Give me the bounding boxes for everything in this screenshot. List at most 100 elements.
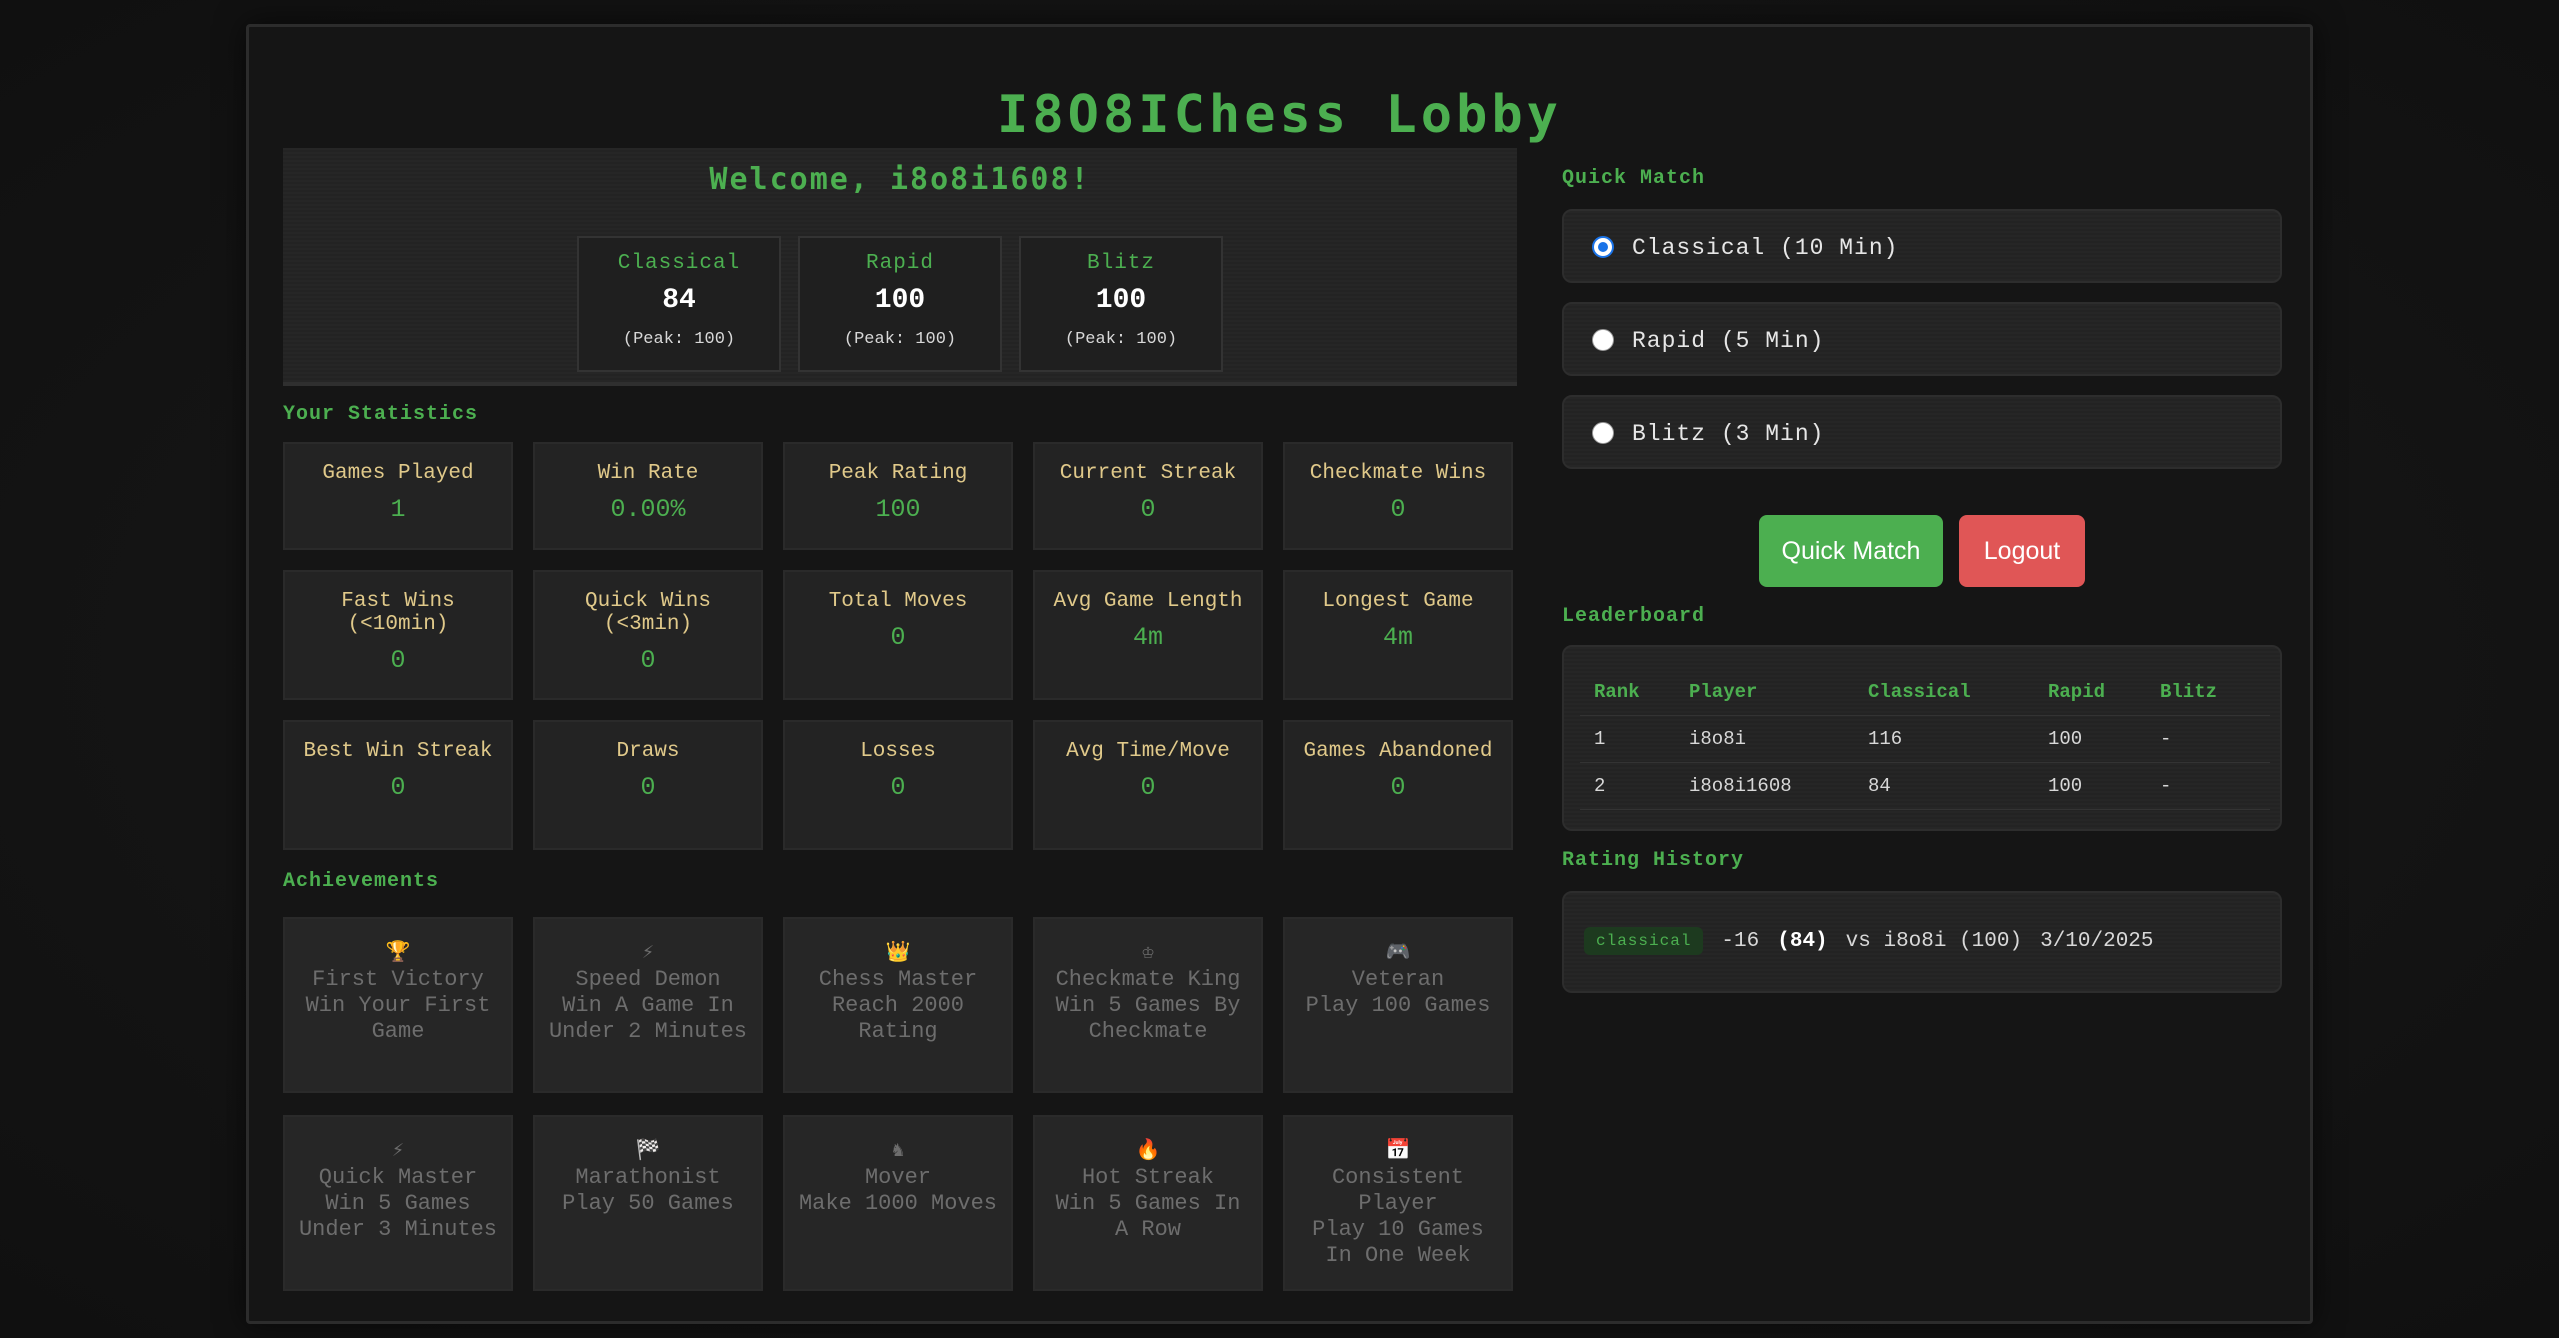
welcome-panel: Welcome, i8o8i1608! Classical 84 (Peak: …: [283, 148, 1517, 386]
stat-value: 0: [640, 646, 656, 675]
radio-classical[interactable]: [1592, 236, 1614, 258]
table-row: 1 i8o8i 116 100 -: [1580, 715, 2270, 763]
quick-match-option-rapid[interactable]: Rapid (5 Min): [1562, 302, 2282, 376]
achievement-desc: Win A Game In Under 2 Minutes: [548, 993, 748, 1044]
radio-blitz[interactable]: [1592, 422, 1614, 444]
stat-label: Current Streak: [1059, 462, 1237, 485]
rating-name: Classical: [617, 252, 741, 275]
rating-history-panel: classical -16 (84) vs i8o8i (100) 3/10/2…: [1562, 891, 2282, 993]
quick-match-button[interactable]: Quick Match: [1759, 515, 1943, 587]
radio-rapid[interactable]: [1592, 329, 1614, 351]
stat-longest-game: Longest Game 4m: [1283, 570, 1513, 700]
stat-label: Avg Game Length: [1053, 590, 1243, 613]
achievement-desc: Play 100 Games: [1305, 993, 1491, 1018]
achievement-hot-streak: 🔥 Hot Streak Win 5 Games In A Row: [1033, 1115, 1263, 1291]
achievement-chess-master: 👑 Chess Master Reach 2000 Rating: [783, 917, 1013, 1093]
option-label: Blitz (3 Min): [1632, 421, 1825, 447]
stat-label: Longest Game: [1322, 590, 1474, 613]
rating-name: Blitz: [1086, 252, 1155, 275]
achievement-name: Veteran: [1351, 967, 1445, 992]
column-header: Rapid: [2034, 669, 2146, 716]
stat-value: 0: [1140, 773, 1156, 802]
stat-label: Fast Wins (<10min): [341, 590, 455, 636]
achievement-name: Chess Master: [818, 967, 978, 992]
quick-match-option-blitz[interactable]: Blitz (3 Min): [1562, 395, 2282, 469]
stat-value: 100: [875, 495, 921, 524]
column-header: Blitz: [2146, 669, 2270, 716]
stat-label: Games Played: [322, 462, 474, 485]
stat-label: Games Abandoned: [1303, 740, 1493, 763]
achievement-name: Quick Master: [318, 1165, 478, 1190]
achievement-marathonist: 🏁 Marathonist Play 50 Games: [533, 1115, 763, 1291]
stat-games-abandoned: Games Abandoned 0: [1283, 720, 1513, 850]
rating-after: (84): [1777, 929, 1828, 953]
stat-value: 0: [890, 623, 906, 652]
rating-peak: (Peak: 100): [1064, 330, 1178, 349]
stat-total-moves: Total Moves 0: [783, 570, 1013, 700]
achievement-desc: Make 1000 Moves: [798, 1191, 998, 1216]
quick-match-heading: Quick Match: [1562, 167, 1706, 190]
page-title: I8O8IChess Lobby: [997, 85, 1562, 145]
cell-blitz: -: [2146, 762, 2270, 810]
welcome-heading: Welcome, i8o8i1608!: [709, 162, 1091, 197]
stat-current-streak: Current Streak 0: [1033, 442, 1263, 550]
stat-win-rate: Win Rate 0.00%: [533, 442, 763, 550]
achievement-desc: Reach 2000 Rating: [831, 993, 965, 1044]
table-header-row: Rank Player Classical Rapid Blitz: [1580, 669, 2270, 716]
trophy-icon: 🏆: [385, 942, 411, 965]
stat-value: 4m: [1382, 623, 1413, 652]
rating-value: 100: [1095, 285, 1147, 316]
stat-fast-wins: Fast Wins (<10min) 0: [283, 570, 513, 700]
opponent: vs i8o8i (100): [1845, 929, 2023, 953]
achievement-desc: Win 5 Games In A Row: [1055, 1191, 1241, 1242]
stat-avg-time-move: Avg Time/Move 0: [1033, 720, 1263, 850]
checkered-flag-icon: 🏁: [635, 1140, 661, 1163]
quick-match-option-classical[interactable]: Classical (10 Min): [1562, 209, 2282, 283]
stat-games-played: Games Played 1: [283, 442, 513, 550]
history-entry: classical -16 (84) vs i8o8i (100) 3/10/2…: [1584, 927, 2154, 955]
stat-draws: Draws 0: [533, 720, 763, 850]
achievement-first-victory: 🏆 First Victory Win Your First Game: [283, 917, 513, 1093]
achievement-speed-demon: ⚡ Speed Demon Win A Game In Under 2 Minu…: [533, 917, 763, 1093]
cell-classical: 84: [1854, 762, 2034, 810]
stat-value: 0: [1140, 495, 1156, 524]
stat-avg-game-length: Avg Game Length 4m: [1033, 570, 1263, 700]
stat-quick-wins: Quick Wins (<3min) 0: [533, 570, 763, 700]
match-date: 3/10/2025: [2040, 929, 2154, 953]
logout-button[interactable]: Logout: [1959, 515, 2085, 587]
stat-value: 0: [390, 646, 406, 675]
lightning-icon: ⚡: [391, 1140, 405, 1163]
king-icon: ♔: [1141, 942, 1155, 965]
stat-label: Total Moves: [828, 590, 968, 613]
stat-value: 0: [1390, 495, 1406, 524]
option-label: Rapid (5 Min): [1632, 328, 1825, 354]
stat-value: 0.00%: [610, 495, 686, 524]
achievement-name: Consistent Player: [1331, 1165, 1465, 1216]
cell-rank: 2: [1580, 762, 1675, 810]
stat-value: 0: [1390, 773, 1406, 802]
stat-label: Peak Rating: [828, 462, 968, 485]
achievements-heading: Achievements: [283, 870, 440, 893]
achievement-desc: Play 10 Games In One Week: [1312, 1217, 1484, 1268]
rating-change: -16: [1721, 929, 1760, 953]
column-header: Rank: [1580, 669, 1675, 716]
stat-checkmate-wins: Checkmate Wins 0: [1283, 442, 1513, 550]
stat-label: Checkmate Wins: [1309, 462, 1487, 485]
achievement-desc: Play 50 Games: [562, 1191, 734, 1216]
stat-label: Draws: [616, 740, 680, 763]
achievement-mover: ♞ Mover Make 1000 Moves: [783, 1115, 1013, 1291]
cell-rapid: 100: [2034, 715, 2146, 763]
achievement-desc: Win 5 Games By Checkmate: [1055, 993, 1241, 1044]
achievement-name: Hot Streak: [1081, 1165, 1215, 1190]
stat-label: Quick Wins (<3min): [584, 590, 712, 636]
knight-icon: ♞: [891, 1140, 905, 1163]
cell-blitz: -: [2146, 715, 2270, 763]
stat-label: Win Rate: [597, 462, 699, 485]
achievement-name: Marathonist: [575, 1165, 721, 1190]
rating-card-blitz: Blitz 100 (Peak: 100): [1019, 236, 1223, 372]
achievement-veteran: 🎮 Veteran Play 100 Games: [1283, 917, 1513, 1093]
mode-badge: classical: [1584, 927, 1704, 955]
rating-value: 84: [662, 285, 696, 316]
cell-player: i8o8i: [1675, 715, 1854, 763]
rating-value: 100: [874, 285, 926, 316]
